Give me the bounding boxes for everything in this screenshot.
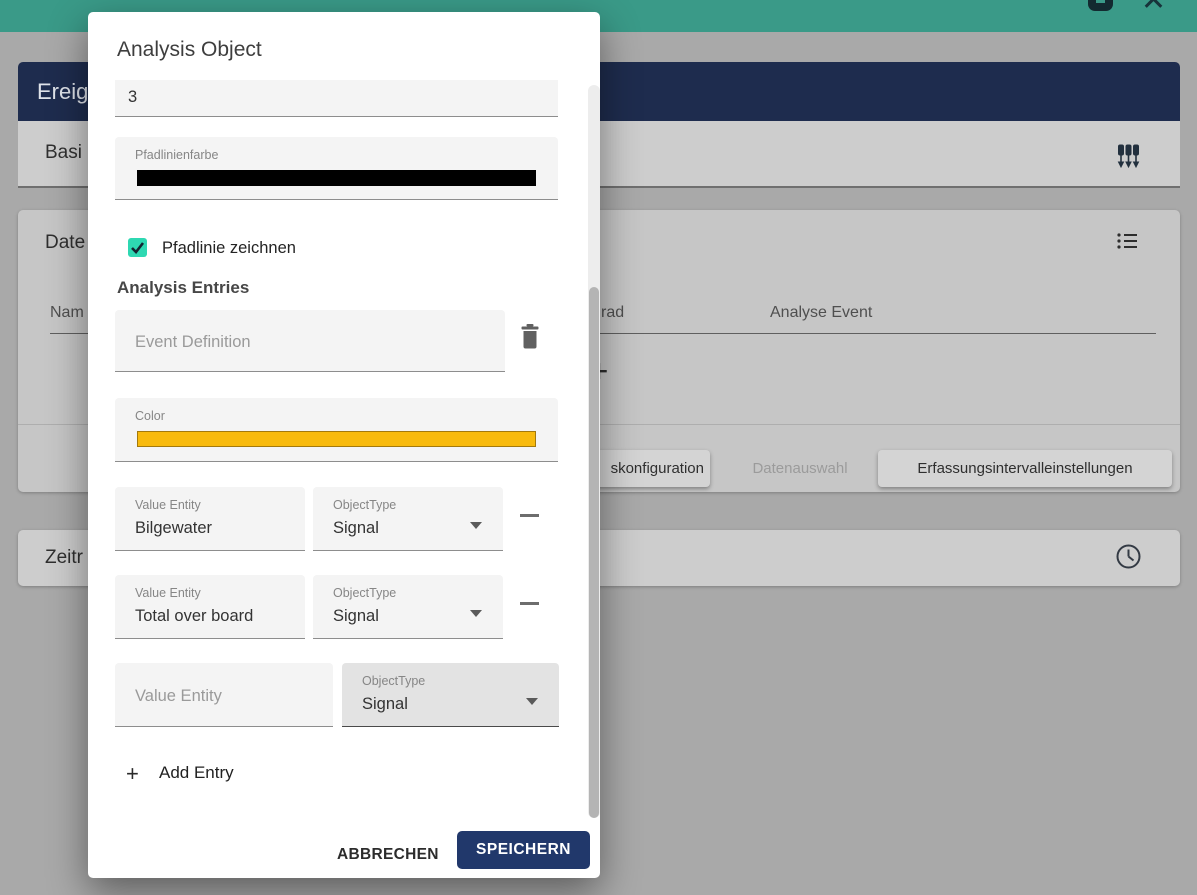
clock-icon[interactable] bbox=[1115, 543, 1142, 570]
table-header-analyse-event: Analyse Event bbox=[770, 304, 872, 322]
datenauswahl-button[interactable]: Datenauswahl bbox=[730, 450, 870, 487]
basis-row-label: Basi bbox=[45, 142, 82, 164]
entry-color-field-label: Color bbox=[135, 409, 165, 423]
close-icon[interactable] bbox=[1142, 0, 1164, 10]
path-color-swatch[interactable] bbox=[137, 170, 536, 186]
object-type-select[interactable]: ObjectType Signal bbox=[342, 663, 559, 727]
daten-panel-title: Date bbox=[45, 232, 85, 254]
screen: Ereig Basi Date Nam bbox=[0, 0, 1197, 895]
remove-entry-button[interactable] bbox=[520, 602, 539, 605]
path-color-field[interactable]: Pfadlinienfarbe bbox=[115, 137, 558, 200]
entry-color-swatch[interactable] bbox=[137, 431, 536, 447]
ereignis-banner-label: Ereig bbox=[37, 79, 88, 105]
value-entity-value: Bilgewater bbox=[135, 519, 212, 538]
dialog-title: Analysis Object bbox=[117, 38, 262, 62]
value-entity-label: Value Entity bbox=[135, 586, 201, 600]
object-type-select[interactable]: ObjectType Signal bbox=[313, 487, 503, 551]
bag-icon[interactable] bbox=[1088, 0, 1113, 11]
dialog-scrollbar-thumb[interactable] bbox=[589, 287, 599, 818]
add-entry-button[interactable]: + Add Entry bbox=[126, 760, 256, 786]
erfassungsintervall-button[interactable]: Erfassungsintervalleinstellungen bbox=[878, 450, 1172, 487]
value-entity-field[interactable]: Value Entity bbox=[115, 663, 333, 727]
value-entity-field[interactable]: Value Entity Total over board bbox=[115, 575, 305, 639]
bag-icon-notch bbox=[1096, 0, 1105, 3]
number-field-value: 3 bbox=[128, 88, 137, 107]
value-entity-field[interactable]: Value Entity Bilgewater bbox=[115, 487, 305, 551]
object-type-value: Signal bbox=[333, 519, 379, 538]
object-type-select[interactable]: ObjectType Signal bbox=[313, 575, 503, 639]
tune-filter-icon[interactable] bbox=[1117, 144, 1140, 168]
entry-color-field[interactable]: Color bbox=[115, 398, 558, 462]
zeitraum-row-label: Zeitr bbox=[45, 547, 83, 569]
path-color-field-label: Pfadlinienfarbe bbox=[135, 148, 218, 162]
object-type-value: Signal bbox=[333, 607, 379, 626]
chevron-down-icon bbox=[470, 610, 482, 617]
value-entity-label: Value Entity bbox=[135, 498, 201, 512]
analysis-object-dialog: Analysis Object 3 Pfadlinienfarbe Pfadli… bbox=[88, 12, 600, 878]
remove-entry-button[interactable] bbox=[520, 514, 539, 517]
path-line-checkbox[interactable] bbox=[128, 238, 147, 257]
save-button[interactable]: SPEICHERN bbox=[457, 831, 590, 869]
chevron-down-icon bbox=[526, 698, 538, 705]
analysis-entries-heading: Analysis Entries bbox=[117, 278, 249, 298]
value-entity-value: Total over board bbox=[135, 607, 253, 626]
add-entry-label: Add Entry bbox=[159, 763, 234, 783]
value-entity-placeholder: Value Entity bbox=[135, 687, 222, 706]
object-type-label: ObjectType bbox=[333, 498, 396, 512]
event-definition-field[interactable]: Event Definition bbox=[115, 310, 505, 372]
table-header-name: Nam bbox=[50, 304, 84, 322]
object-type-value: Signal bbox=[362, 695, 408, 714]
list-icon[interactable] bbox=[1117, 232, 1137, 250]
plus-icon: + bbox=[126, 761, 139, 787]
chevron-down-icon bbox=[470, 522, 482, 529]
path-line-checkbox-label: Pfadlinie zeichnen bbox=[162, 239, 296, 258]
object-type-label: ObjectType bbox=[362, 674, 425, 688]
table-header-rad: rad bbox=[601, 304, 624, 322]
cancel-button[interactable]: ABBRECHEN bbox=[331, 840, 443, 870]
object-type-label: ObjectType bbox=[333, 586, 396, 600]
number-field[interactable]: 3 bbox=[115, 80, 558, 117]
dialog-scrollbar-track[interactable] bbox=[588, 85, 600, 818]
event-definition-placeholder: Event Definition bbox=[135, 333, 251, 352]
trash-icon[interactable] bbox=[520, 324, 540, 350]
